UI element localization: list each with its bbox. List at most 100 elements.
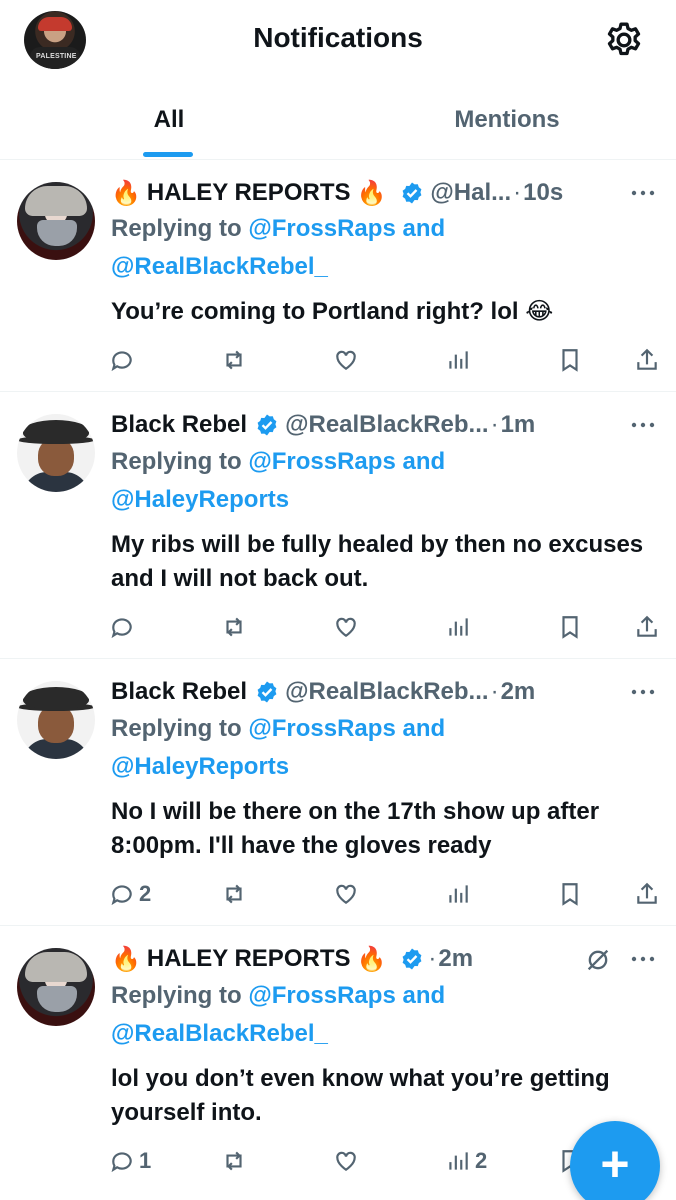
reply-and: and <box>402 715 446 742</box>
retweet-button[interactable] <box>221 345 247 375</box>
share-icon <box>637 615 657 637</box>
compose-icon: + <box>600 1136 630 1192</box>
avatar[interactable] <box>17 182 95 260</box>
like-icon <box>336 1151 356 1171</box>
tweet-header: 🔥 HALEY REPORTS 🔥 · 2m <box>111 939 473 979</box>
views-button[interactable] <box>445 612 475 642</box>
verified-badge-icon <box>257 681 277 703</box>
views-button[interactable] <box>445 345 475 375</box>
timestamp[interactable]: 2m <box>501 678 536 706</box>
tab-bar: All Mentions <box>0 80 676 160</box>
views-button[interactable]: 2 <box>445 1146 487 1176</box>
replying-to: Replying to @FrossRaps and @HaleyReports <box>111 443 445 519</box>
share-icon <box>637 348 657 370</box>
mention-link[interactable]: @FrossRaps <box>248 982 395 1009</box>
tab-all[interactable]: All <box>0 80 338 160</box>
retweet-button[interactable] <box>221 612 247 642</box>
reply-icon <box>111 351 132 372</box>
display-name[interactable]: HALEY REPORTS <box>147 179 351 207</box>
retweet-icon <box>226 617 242 637</box>
avatar-mask <box>37 220 77 246</box>
like-button[interactable] <box>333 612 359 642</box>
mention-link[interactable]: @HaleyReports <box>111 753 289 780</box>
avatar-hat <box>23 687 89 709</box>
timestamp[interactable]: 2m <box>438 945 473 973</box>
mention-link[interactable]: @FrossRaps <box>248 215 395 242</box>
mention-link[interactable]: @RealBlackRebel_ <box>111 253 328 280</box>
more-icon[interactable] <box>628 415 658 435</box>
replying-to: Replying to @FrossRaps and @HaleyReports <box>111 710 445 786</box>
reply-and: and <box>402 982 446 1009</box>
display-name[interactable]: Black Rebel <box>111 678 247 706</box>
reply-and: and <box>402 215 446 242</box>
share-button[interactable] <box>634 345 660 375</box>
bookmark-button[interactable] <box>557 345 583 375</box>
bookmark-button[interactable] <box>557 879 583 909</box>
views-count: 2 <box>475 1148 488 1173</box>
display-name[interactable]: HALEY REPORTS <box>147 945 351 973</box>
user-handle[interactable]: @RealBlackReb... <box>285 411 488 439</box>
tweet-actions <box>0 612 676 642</box>
more-icon[interactable] <box>628 183 658 203</box>
timestamp[interactable]: 10s <box>523 179 563 207</box>
share-button[interactable] <box>634 879 660 909</box>
fire-emoji: 🔥 <box>356 179 387 207</box>
avatar-hair <box>25 952 87 982</box>
like-button[interactable] <box>333 345 359 375</box>
notification-tweet[interactable]: Black Rebel @RealBlackReb... · 2m Replyi… <box>0 659 676 926</box>
avatar-mask <box>37 986 77 1012</box>
verified-badge-icon <box>402 948 422 970</box>
user-handle[interactable]: @Hal... <box>430 179 511 207</box>
like-icon <box>336 617 356 637</box>
reply-and: and <box>402 448 446 475</box>
like-icon <box>336 884 356 904</box>
avatar[interactable] <box>17 948 95 1026</box>
mention-link[interactable]: @HaleyReports <box>111 486 289 513</box>
tweet-text: No I will be there on the 17th show up a… <box>111 798 600 859</box>
reply-button[interactable] <box>109 345 139 375</box>
like-button[interactable] <box>333 1146 359 1176</box>
tweet-header: Black Rebel @RealBlackReb... · 1m <box>111 405 535 445</box>
bookmark-icon <box>562 616 578 639</box>
notification-tweet[interactable]: 🔥 HALEY REPORTS 🔥 @Hal... · 10s Replying… <box>0 160 676 392</box>
gear-icon[interactable] <box>604 20 644 60</box>
separator-dot: · <box>490 411 499 438</box>
display-name[interactable]: Black Rebel <box>111 411 247 439</box>
fire-emoji: 🔥 <box>356 945 387 973</box>
like-button[interactable] <box>333 879 359 909</box>
views-icon <box>449 1152 468 1170</box>
timestamp[interactable]: 1m <box>501 411 536 439</box>
mention-link[interactable]: @RealBlackRebel_ <box>111 1020 328 1047</box>
reply-count: 1 <box>139 1148 152 1173</box>
separator-dot: · <box>428 945 437 972</box>
share-icon <box>637 882 657 904</box>
notification-tweet[interactable]: Black Rebel @RealBlackReb... · 1m Replyi… <box>0 392 676 659</box>
user-handle[interactable]: @RealBlackReb... <box>285 678 488 706</box>
bookmark-button[interactable] <box>557 612 583 642</box>
mention-link[interactable]: @FrossRaps <box>248 715 395 742</box>
fire-emoji: 🔥 <box>111 945 141 973</box>
mention-link[interactable]: @FrossRaps <box>248 448 395 475</box>
avatar-hat <box>23 420 89 442</box>
retweet-button[interactable] <box>221 1146 247 1176</box>
avatar[interactable] <box>17 681 95 759</box>
reply-prefix: Replying to <box>111 715 242 742</box>
tweet-text: You’re coming to Portland right? lol 😂 <box>111 298 554 325</box>
reply-icon <box>111 618 132 639</box>
more-icon[interactable] <box>628 682 658 702</box>
reply-button[interactable]: 1 <box>109 1146 151 1176</box>
reply-button[interactable] <box>109 612 139 642</box>
share-button[interactable] <box>634 612 660 642</box>
avatar[interactable] <box>17 414 95 492</box>
tweet-text: lol you don’t even know what you’re gett… <box>111 1065 610 1126</box>
bookmark-icon <box>562 883 578 906</box>
mute-icon[interactable] <box>584 946 612 974</box>
reply-button[interactable]: 2 <box>109 879 151 909</box>
separator-dot: · <box>490 678 499 705</box>
more-icon[interactable] <box>628 949 658 969</box>
separator-dot: · <box>513 179 522 206</box>
tab-mentions[interactable]: Mentions <box>338 80 676 160</box>
avatar-shirt-text: PALESTINE <box>36 53 77 60</box>
retweet-button[interactable] <box>221 879 247 909</box>
views-button[interactable] <box>445 879 475 909</box>
